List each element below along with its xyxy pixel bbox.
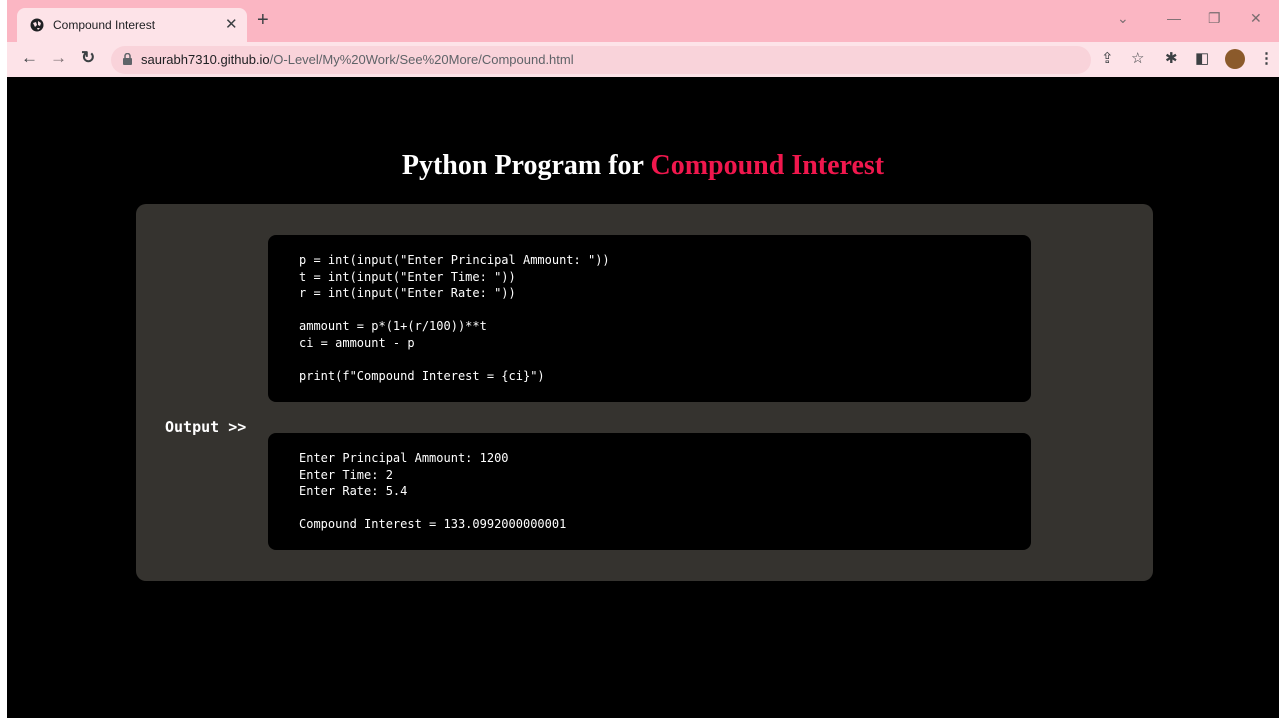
browser-chrome: Compound Interest ✕ + ⌄ — ❐ ✕ ← → ↻ saur… <box>7 0 1279 77</box>
source-code: p = int(input("Enter Principal Ammount: … <box>299 253 610 383</box>
output-label: Output >> <box>165 418 247 436</box>
forward-icon[interactable]: → <box>50 48 67 68</box>
output-text: Enter Principal Ammount: 1200 Enter Time… <box>299 451 567 531</box>
page-title: Python Program for Compound Interest <box>0 150 1279 182</box>
globe-icon <box>30 18 44 32</box>
restore-icon[interactable]: ❐ <box>1208 10 1221 27</box>
extensions-icon[interactable]: ✱ <box>1165 49 1178 67</box>
share-icon[interactable]: ⇪ <box>1101 49 1114 67</box>
tab-bar: Compound Interest ✕ + ⌄ — ❐ ✕ <box>7 0 1279 42</box>
side-panel-icon[interactable]: ◧ <box>1195 49 1209 67</box>
minimize-icon[interactable]: — <box>1167 10 1181 26</box>
source-code-block: p = int(input("Enter Principal Ammount: … <box>268 235 1031 402</box>
tab-close-icon[interactable]: ✕ <box>225 15 238 33</box>
back-icon[interactable]: ← <box>21 48 38 68</box>
title-prefix: Python Program for <box>401 150 651 181</box>
url-host: saurabh7310.github.io <box>141 52 270 67</box>
new-tab-icon[interactable]: + <box>257 9 269 32</box>
url-path: /O-Level/My%20Work/See%20More/Compound.h… <box>269 52 574 67</box>
profile-avatar[interactable] <box>1225 49 1245 69</box>
tab-search-icon[interactable]: ⌄ <box>1117 10 1129 27</box>
bookmark-star-icon[interactable]: ☆ <box>1131 49 1144 67</box>
menu-kebab-icon[interactable]: ⋮ <box>1259 49 1274 67</box>
address-bar[interactable]: saurabh7310.github.io/O-Level/My%20Work/… <box>111 46 1091 74</box>
browser-tab[interactable]: Compound Interest ✕ <box>17 8 247 42</box>
output-block: Enter Principal Ammount: 1200 Enter Time… <box>268 433 1031 550</box>
browser-toolbar: ← → ↻ saurabh7310.github.io/O-Level/My%2… <box>7 42 1279 77</box>
tab-title: Compound Interest <box>53 18 156 32</box>
lock-icon <box>123 53 132 65</box>
window-close-icon[interactable]: ✕ <box>1250 10 1262 27</box>
reload-icon[interactable]: ↻ <box>81 48 95 68</box>
title-accent: Compound Interest <box>650 150 885 181</box>
window-edge <box>0 0 7 718</box>
url-text: saurabh7310.github.io/O-Level/My%20Work/… <box>141 52 574 67</box>
